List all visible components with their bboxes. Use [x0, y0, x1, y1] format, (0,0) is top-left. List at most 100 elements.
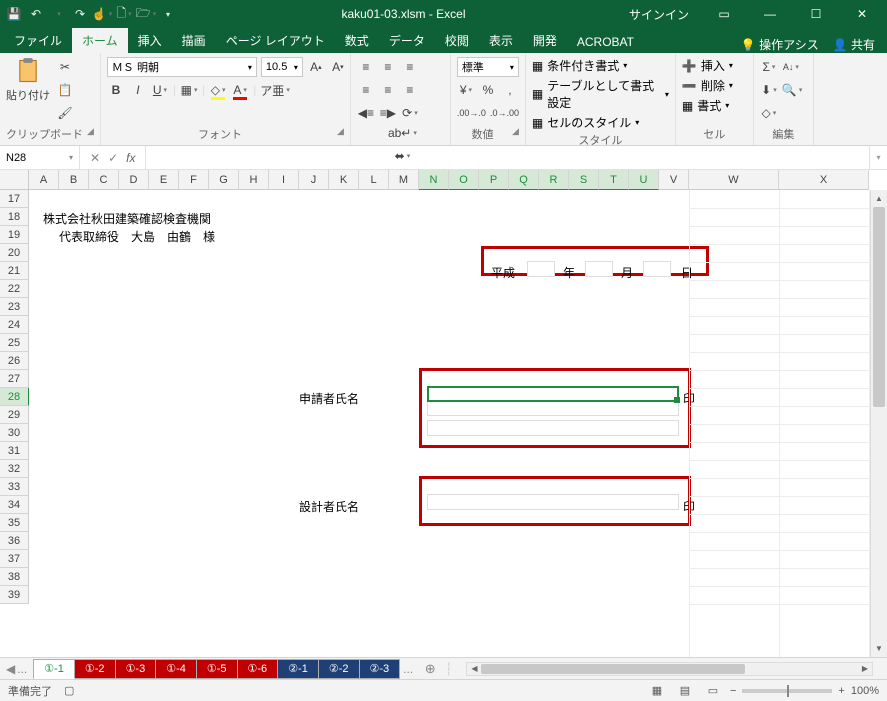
border-icon[interactable]: ▦ — [180, 80, 198, 100]
page-break-view-icon[interactable]: ▭ — [702, 682, 724, 700]
fill-icon[interactable]: ⬇ — [760, 80, 778, 100]
worksheet-grid[interactable]: ABCDEFGHIJKLMNOPQRSTUVWX 171819202122232… — [0, 170, 887, 657]
zoom-in-icon[interactable]: + — [838, 685, 844, 697]
active-cell[interactable] — [427, 386, 679, 402]
qat-customize-icon[interactable]: ▾ — [158, 4, 178, 24]
sheet-tab[interactable]: ①-3 — [115, 659, 157, 679]
dialog-launcher-icon[interactable]: ◢ — [512, 126, 519, 137]
tab-formulas[interactable]: 数式 — [335, 28, 379, 53]
cell-styles-button[interactable]: ▦ セルのスタイル ▾ — [532, 114, 639, 131]
percent-icon[interactable]: % — [479, 80, 497, 100]
row-header[interactable]: 27 — [0, 370, 29, 388]
font-size-combo[interactable]: 10.5▾ — [261, 57, 303, 77]
dialog-launcher-icon[interactable]: ◢ — [337, 126, 344, 137]
sheet-tab[interactable]: ①-6 — [237, 659, 279, 679]
formula-bar[interactable] — [145, 146, 869, 169]
column-header[interactable]: H — [239, 170, 269, 190]
decrease-indent-icon[interactable]: ◀≡ — [357, 103, 375, 123]
enter-formula-icon[interactable]: ✓ — [108, 151, 118, 165]
tab-page-layout[interactable]: ページ レイアウト — [216, 28, 335, 53]
row-header[interactable]: 22 — [0, 280, 29, 298]
column-header[interactable]: D — [119, 170, 149, 190]
column-header[interactable]: V — [659, 170, 689, 190]
align-left-icon[interactable]: ≡ — [357, 80, 375, 100]
find-icon[interactable]: 🔍 — [782, 80, 802, 100]
row-header[interactable]: 23 — [0, 298, 29, 316]
font-color-icon[interactable]: A — [231, 80, 249, 100]
column-header[interactable]: G — [209, 170, 239, 190]
zoom-slider[interactable] — [742, 689, 832, 693]
column-header[interactable]: Q — [509, 170, 539, 190]
row-header[interactable]: 33 — [0, 478, 29, 496]
column-header[interactable]: N — [419, 170, 449, 190]
paste-button[interactable]: 貼り付け — [6, 57, 50, 103]
column-header[interactable]: L — [359, 170, 389, 190]
column-header[interactable]: A — [29, 170, 59, 190]
format-painter-icon[interactable]: 🖌 — [56, 103, 74, 123]
sheet-tab[interactable]: ②-1 — [277, 659, 319, 679]
increase-decimal-icon[interactable]: .00→.0 — [457, 103, 486, 123]
align-top-icon[interactable]: ≡ — [357, 57, 375, 77]
zoom-out-icon[interactable]: − — [730, 685, 736, 697]
row-header[interactable]: 21 — [0, 262, 29, 280]
tab-view[interactable]: 表示 — [479, 28, 523, 53]
underline-icon[interactable]: U — [151, 80, 169, 100]
column-header[interactable]: T — [599, 170, 629, 190]
maximize-button[interactable]: ☐ — [795, 0, 837, 28]
italic-icon[interactable]: I — [129, 80, 147, 100]
conditional-format-button[interactable]: ▦ 条件付き書式 ▾ — [532, 57, 627, 74]
bold-icon[interactable]: B — [107, 80, 125, 100]
applicant-input-2[interactable] — [427, 400, 679, 416]
column-header[interactable]: W — [689, 170, 779, 190]
share-button[interactable]: 👤 共有 — [833, 36, 875, 53]
expand-formula-bar-icon[interactable]: ▾ — [869, 146, 887, 169]
normal-view-icon[interactable]: ▦ — [646, 682, 668, 700]
sheet-tab[interactable]: ①-5 — [196, 659, 238, 679]
tab-acrobat[interactable]: ACROBAT — [567, 31, 644, 53]
clear-icon[interactable]: ◇ — [760, 103, 778, 123]
sheet-tab[interactable]: ①-4 — [155, 659, 197, 679]
align-center-icon[interactable]: ≡ — [379, 80, 397, 100]
row-header[interactable]: 35 — [0, 514, 29, 532]
column-header[interactable]: K — [329, 170, 359, 190]
signin-link[interactable]: サインイン — [629, 6, 689, 23]
zoom-level[interactable]: 100% — [851, 685, 879, 697]
wrap-text-icon[interactable]: ab↵ — [361, 123, 444, 143]
vertical-scrollbar[interactable]: ▲ ▼ — [870, 190, 887, 657]
align-right-icon[interactable]: ≡ — [401, 80, 419, 100]
row-header[interactable]: 31 — [0, 442, 29, 460]
row-header[interactable]: 38 — [0, 568, 29, 586]
column-header[interactable]: J — [299, 170, 329, 190]
increase-indent-icon[interactable]: ≡▶ — [379, 103, 397, 123]
touch-mode-icon[interactable]: ☝ — [92, 4, 112, 24]
column-header[interactable]: U — [629, 170, 659, 190]
column-header[interactable]: R — [539, 170, 569, 190]
row-header[interactable]: 34 — [0, 496, 29, 514]
tab-review[interactable]: 校閲 — [435, 28, 479, 53]
row-header[interactable]: 20 — [0, 244, 29, 262]
dialog-launcher-icon[interactable]: ◢ — [87, 126, 94, 137]
delete-cells-button[interactable]: ➖ 削除 ▾ — [682, 77, 733, 94]
row-header[interactable]: 32 — [0, 460, 29, 478]
orientation-icon[interactable]: ⟳ — [401, 103, 419, 123]
phonetic-icon[interactable]: ア亜 — [260, 80, 290, 100]
applicant-input-3[interactable] — [427, 420, 679, 436]
qat-item-icon[interactable]: 🗋 — [114, 4, 134, 24]
scroll-up-icon[interactable]: ▲ — [871, 190, 887, 207]
tab-scroll-more[interactable]: ... — [403, 662, 413, 676]
font-name-combo[interactable]: ＭＳ 明朝▾ — [107, 57, 257, 77]
tab-scroll-first-icon[interactable]: ◀ — [6, 662, 15, 676]
sheet-tab[interactable]: ②-2 — [318, 659, 360, 679]
copy-icon[interactable]: 📋 — [56, 80, 74, 100]
tab-home[interactable]: ホーム — [72, 28, 128, 53]
tab-data[interactable]: データ — [379, 28, 435, 53]
cut-icon[interactable]: ✂ — [56, 57, 74, 77]
page-layout-view-icon[interactable]: ▤ — [674, 682, 696, 700]
tab-file[interactable]: ファイル — [4, 28, 72, 53]
row-header[interactable]: 18 — [0, 208, 29, 226]
row-header[interactable]: 24 — [0, 316, 29, 334]
scrollbar-thumb[interactable] — [873, 207, 885, 407]
save-icon[interactable]: 💾 — [4, 4, 24, 24]
decrease-decimal-icon[interactable]: .0→.00 — [490, 103, 519, 123]
insert-cells-button[interactable]: ➕ 挿入 ▾ — [682, 57, 733, 74]
